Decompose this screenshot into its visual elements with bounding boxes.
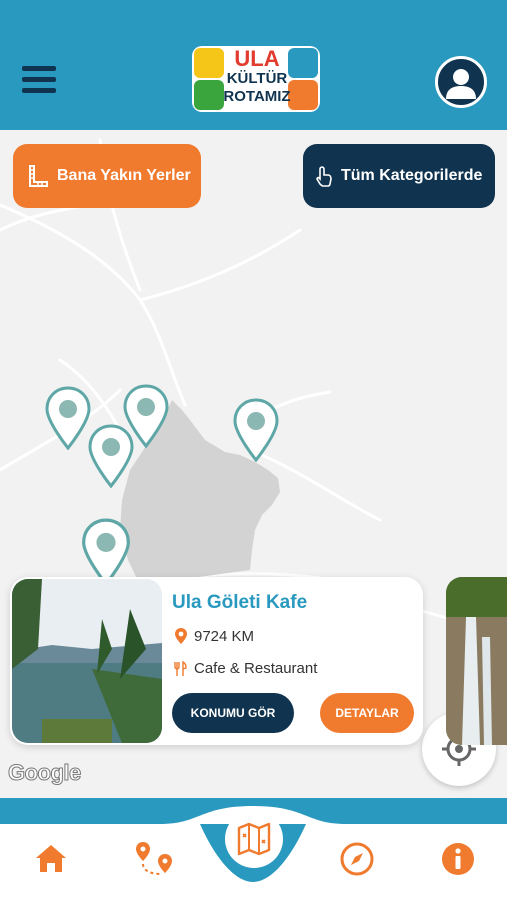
logo-line-1: ULA — [234, 46, 280, 71]
hamburger-menu-icon[interactable] — [22, 66, 56, 96]
place-title: Ula Göleti Kafe — [172, 592, 308, 613]
info-icon[interactable] — [440, 841, 476, 877]
map-pin-icon[interactable] — [232, 398, 280, 462]
distance-text: 9724 KM — [194, 627, 255, 645]
show-location-button[interactable]: KONUMU GÖR — [172, 693, 294, 733]
home-icon[interactable] — [34, 842, 68, 874]
app-header: ULA KÜLTÜR ROTAMIZ — [0, 0, 507, 130]
distance-row: 9724 KM — [174, 627, 254, 645]
logo-line-3: ROTAMIZ — [223, 88, 291, 105]
place-card[interactable]: Ula Göleti Kafe 9724 KM Cafe & Restauran… — [10, 577, 423, 745]
map-pin-icon[interactable] — [80, 518, 132, 586]
place-card-next[interactable] — [446, 577, 507, 745]
map-pin-icon[interactable] — [87, 424, 135, 488]
category-row: Cafe & Restaurant — [174, 660, 317, 677]
all-categories-button[interactable]: Tüm Kategorilerde — [303, 144, 495, 208]
compass-icon[interactable] — [339, 841, 375, 877]
nearby-places-label: Bana Yakın Yerler — [57, 167, 191, 184]
route-icon[interactable] — [134, 840, 174, 878]
place-photo — [12, 579, 162, 743]
google-attribution: Google — [8, 760, 82, 786]
map-icon — [237, 822, 271, 856]
all-categories-label: Tüm Kategorilerde — [341, 167, 483, 184]
user-icon — [446, 69, 476, 99]
hand-pointer-icon — [316, 166, 332, 187]
location-pin-icon — [175, 628, 187, 644]
category-text: Cafe & Restaurant — [194, 660, 318, 677]
map-pin-icon[interactable] — [44, 386, 92, 450]
profile-avatar[interactable] — [435, 56, 487, 108]
waterfall-photo — [446, 577, 507, 745]
bottom-navigation — [0, 798, 507, 900]
restaurant-icon — [174, 660, 187, 676]
app-logo: ULA KÜLTÜR ROTAMIZ — [192, 46, 320, 112]
ruler-icon — [29, 165, 48, 187]
details-button[interactable]: DETAYLAR — [320, 693, 414, 733]
nearby-places-button[interactable]: Bana Yakın Yerler — [13, 144, 201, 208]
logo-line-2: KÜLTÜR — [226, 70, 288, 87]
map-center-button[interactable] — [225, 810, 283, 868]
